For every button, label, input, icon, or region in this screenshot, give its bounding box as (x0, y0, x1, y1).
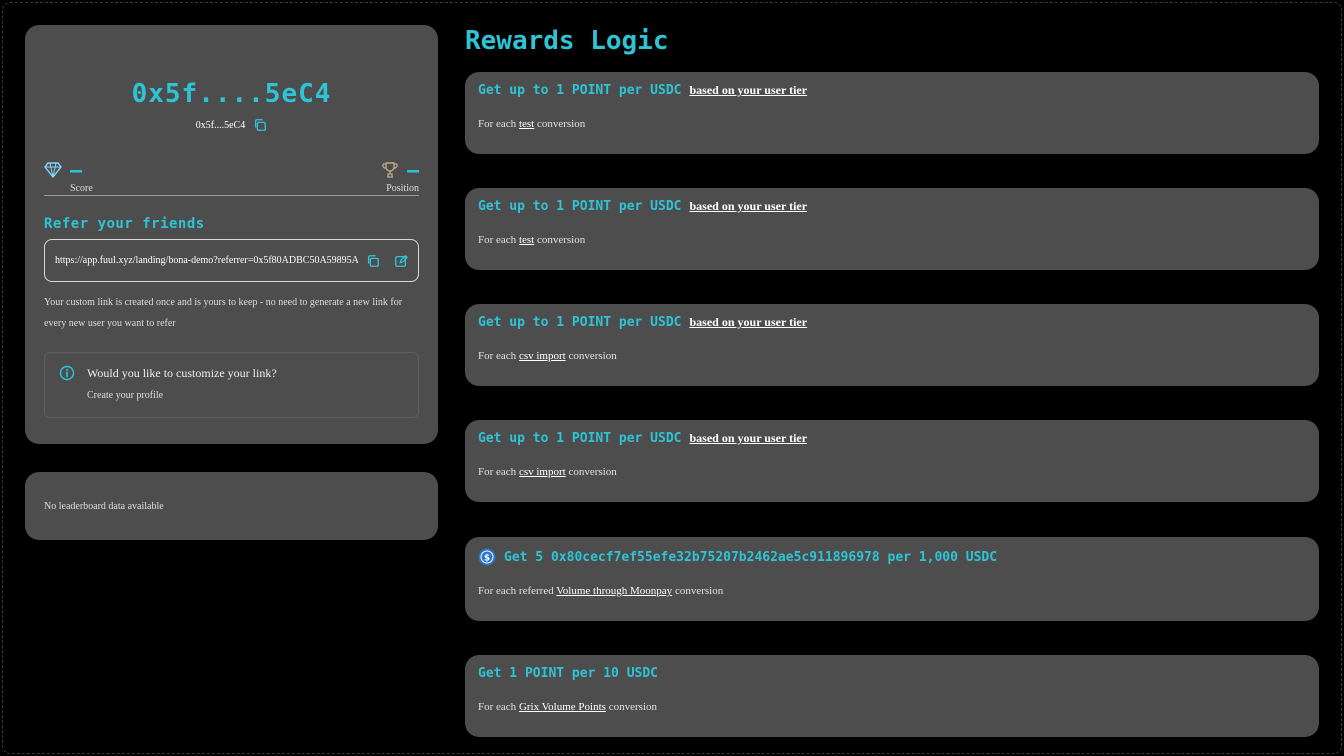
reward-card: Get up to 1 POINT per USDC based on your… (465, 304, 1319, 386)
reward-main-text: Get up to 1 POINT per USDC (478, 199, 682, 214)
reward-card: Get 1 POINT per 10 USDC For each Grix Vo… (465, 655, 1319, 737)
reward-sub-text: For each referred Volume through Moonpay… (478, 585, 724, 597)
info-icon (59, 365, 75, 381)
wallet-address-title: 0x5f....5eC4 (131, 79, 332, 109)
copy-icon[interactable] (253, 118, 267, 132)
reward-tier-text[interactable]: based on your user tier (690, 83, 808, 98)
reward-tier-text[interactable]: based on your user tier (690, 431, 808, 446)
referral-link-text: https://app.fuul.xyz/landing/bona-demo?r… (55, 255, 358, 266)
position-label: Position (386, 183, 419, 194)
reward-sub-text: For each csv import conversion (478, 466, 617, 478)
reward-card: Get up to 1 POINT per USDC based on your… (465, 72, 1319, 154)
customize-question: Would you like to customize your link? (87, 366, 277, 380)
reward-sub-text: For each Grix Volume Points conversion (478, 701, 657, 713)
edit-icon[interactable] (394, 254, 408, 268)
svg-text:$: $ (484, 554, 490, 564)
reward-main-text: Get 5 0x80cecf7ef55efe32b75207b2462ae5c9… (504, 549, 998, 565)
reward-tier-text[interactable]: based on your user tier (690, 315, 808, 330)
reward-action-link[interactable]: csv import (519, 466, 566, 478)
copy-link-icon[interactable] (366, 254, 380, 268)
reward-sub-text: For each test conversion (478, 118, 586, 130)
score-label: Score (70, 183, 93, 194)
leaderboard-empty-text: No leaderboard data available (44, 501, 164, 512)
reward-tier-text[interactable]: based on your user tier (690, 199, 808, 214)
link-note: Your custom link is created once and is … (44, 297, 403, 329)
reward-action-link[interactable]: csv import (519, 350, 566, 362)
wallet-address-small: 0x5f....5eC4 (195, 119, 246, 131)
position-value: – (406, 158, 419, 182)
rewards-title: Rewards Logic (465, 26, 669, 56)
reward-action-link[interactable]: test (519, 234, 534, 246)
position-stat: – Position (381, 158, 419, 194)
reward-card: $ Get 5 0x80cecf7ef55efe32b75207b2462ae5… (465, 537, 1319, 621)
trophy-icon (382, 162, 398, 178)
reward-action-link[interactable]: Grix Volume Points (519, 701, 606, 713)
leaderboard-card: No leaderboard data available (25, 472, 438, 540)
reward-main-text: Get up to 1 POINT per USDC (478, 83, 682, 98)
reward-sub-text: For each test conversion (478, 234, 586, 246)
profile-card: 0x5f....5eC4 0x5f....5eC4 – Score – Posi… (25, 25, 438, 444)
customize-link-box[interactable]: Would you like to customize your link? C… (44, 352, 419, 418)
score-value: – (70, 158, 83, 182)
reward-card: Get up to 1 POINT per USDC based on your… (465, 420, 1319, 502)
score-stat: – Score (44, 158, 93, 194)
reward-card: Get up to 1 POINT per USDC based on your… (465, 188, 1319, 270)
wallet-address-row: 0x5f....5eC4 (25, 118, 438, 132)
refer-title: Refer your friends (44, 216, 205, 232)
reward-sub-text: For each csv import conversion (478, 350, 617, 362)
diamond-icon (44, 162, 62, 178)
usdc-coin-icon: $ (478, 548, 496, 566)
reward-action-link[interactable]: Volume through Moonpay (556, 585, 672, 597)
reward-main-text: Get 1 POINT per 10 USDC (478, 666, 659, 681)
reward-main-text: Get up to 1 POINT per USDC (478, 315, 682, 330)
reward-main-text: Get up to 1 POINT per USDC (478, 431, 682, 446)
reward-action-link[interactable]: test (519, 118, 534, 130)
divider (44, 195, 419, 196)
referral-link-field[interactable]: https://app.fuul.xyz/landing/bona-demo?r… (44, 239, 419, 282)
create-profile-link[interactable]: Create your profile (87, 390, 163, 401)
